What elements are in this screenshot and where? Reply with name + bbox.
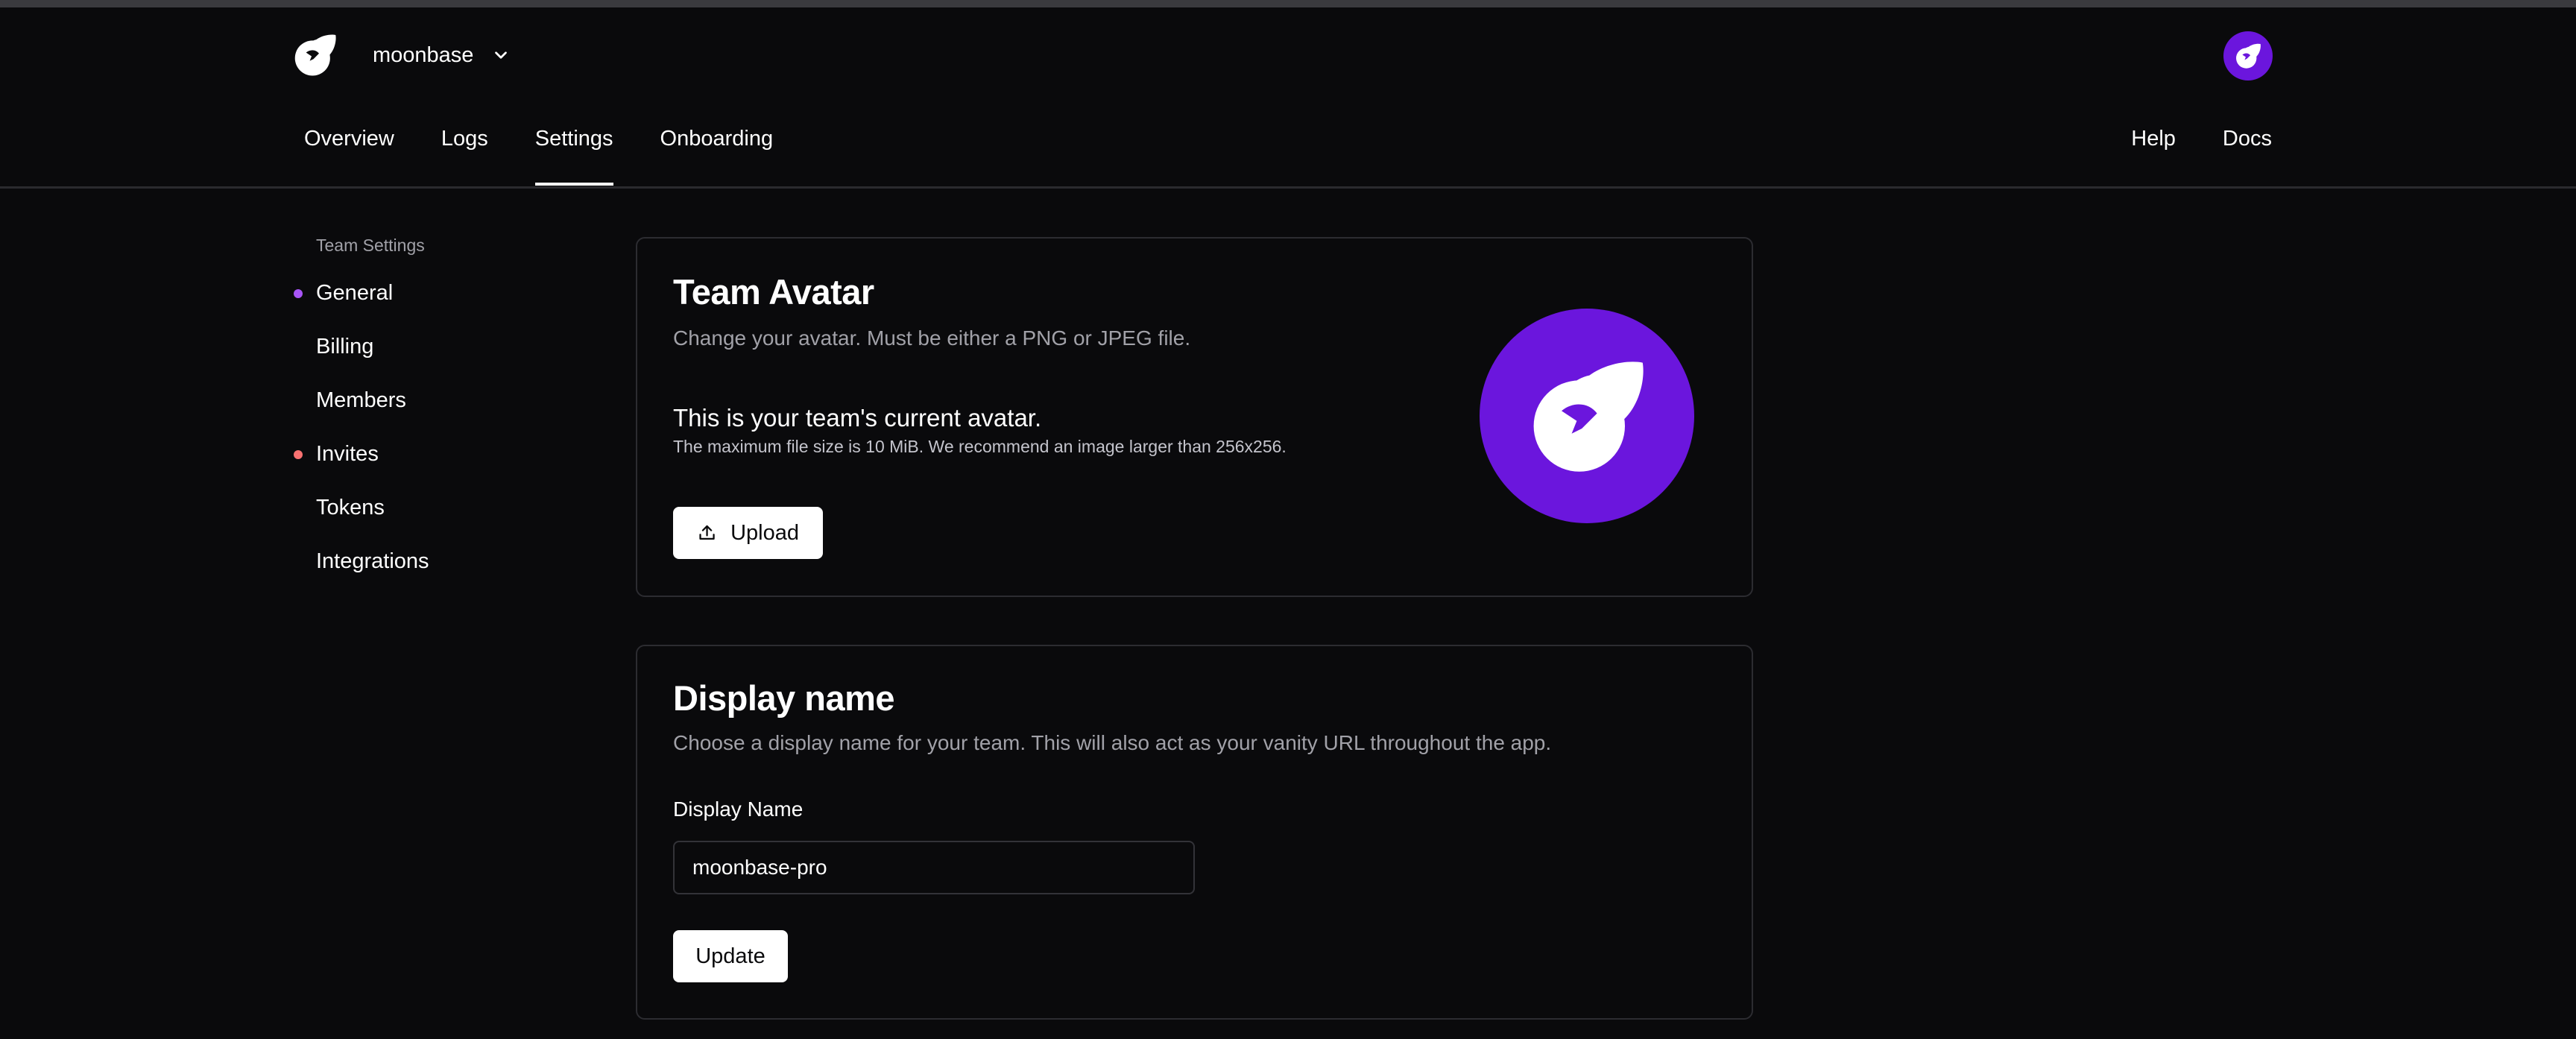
sidebar-item-label: Tokens xyxy=(316,496,385,520)
sidebar-item-general[interactable]: General xyxy=(291,278,559,332)
display-name-input[interactable] xyxy=(673,841,1195,894)
current-avatar-label: This is your team's current avatar. xyxy=(673,404,1042,432)
sidebar-item-tokens[interactable]: Tokens xyxy=(291,493,559,546)
moonbase-logo-icon[interactable] xyxy=(292,31,338,78)
nav-onboarding[interactable]: Onboarding xyxy=(660,127,774,151)
card-title: Display name xyxy=(673,678,895,718)
window-top-bar xyxy=(0,0,2576,7)
card-subtitle: Change your avatar. Must be either a PNG… xyxy=(673,326,1191,350)
main-nav: Overview Logs Settings Onboarding xyxy=(304,127,820,186)
upload-icon xyxy=(699,525,715,540)
settings-sidebar: Team Settings General Billing Members In… xyxy=(291,236,559,600)
nav-docs[interactable]: Docs xyxy=(2223,127,2272,151)
secondary-nav: Help Docs xyxy=(2131,127,2272,151)
sidebar-item-integrations[interactable]: Integrations xyxy=(291,546,559,600)
nav-help[interactable]: Help xyxy=(2131,127,2176,151)
sidebar-item-label: Members xyxy=(316,388,406,412)
team-avatar-card: Team Avatar Change your avatar. Must be … xyxy=(636,237,1753,597)
team-name: moonbase xyxy=(373,42,474,67)
nav-logs[interactable]: Logs xyxy=(441,127,488,151)
display-name-card: Display name Choose a display name for y… xyxy=(636,645,1753,1020)
sidebar-title: Team Settings xyxy=(316,236,425,255)
upload-button[interactable]: Upload xyxy=(673,507,823,559)
card-subtitle: Choose a display name for your team. Thi… xyxy=(673,731,1552,754)
user-avatar[interactable] xyxy=(2223,31,2273,80)
avatar-size-hint: The maximum file size is 10 MiB. We reco… xyxy=(673,437,1287,456)
nav-settings[interactable]: Settings xyxy=(534,127,613,186)
update-button[interactable]: Update xyxy=(673,930,788,982)
notification-dot xyxy=(294,450,303,459)
team-switcher[interactable]: moonbase xyxy=(373,40,511,70)
sidebar-item-members[interactable]: Members xyxy=(291,385,559,439)
card-title: Team Avatar xyxy=(673,272,874,312)
top-header: moonbase Overview Logs Settings Onboardi… xyxy=(0,7,2576,189)
sidebar-item-billing[interactable]: Billing xyxy=(291,332,559,385)
nav-overview[interactable]: Overview xyxy=(304,127,394,151)
rocket-icon xyxy=(2236,43,2261,69)
display-name-label: Display Name xyxy=(673,798,804,821)
sidebar-item-invites[interactable]: Invites xyxy=(291,439,559,493)
upload-label: Upload xyxy=(730,520,799,545)
sidebar-item-label: Billing xyxy=(316,335,374,359)
sidebar-item-label: General xyxy=(316,281,394,305)
chevron-down-icon xyxy=(495,51,508,59)
team-avatar-image xyxy=(1480,309,1694,523)
sidebar-item-label: Integrations xyxy=(316,549,429,573)
sidebar-item-label: Invites xyxy=(316,442,379,466)
rocket-icon xyxy=(1533,361,1644,472)
active-dot xyxy=(294,289,303,298)
